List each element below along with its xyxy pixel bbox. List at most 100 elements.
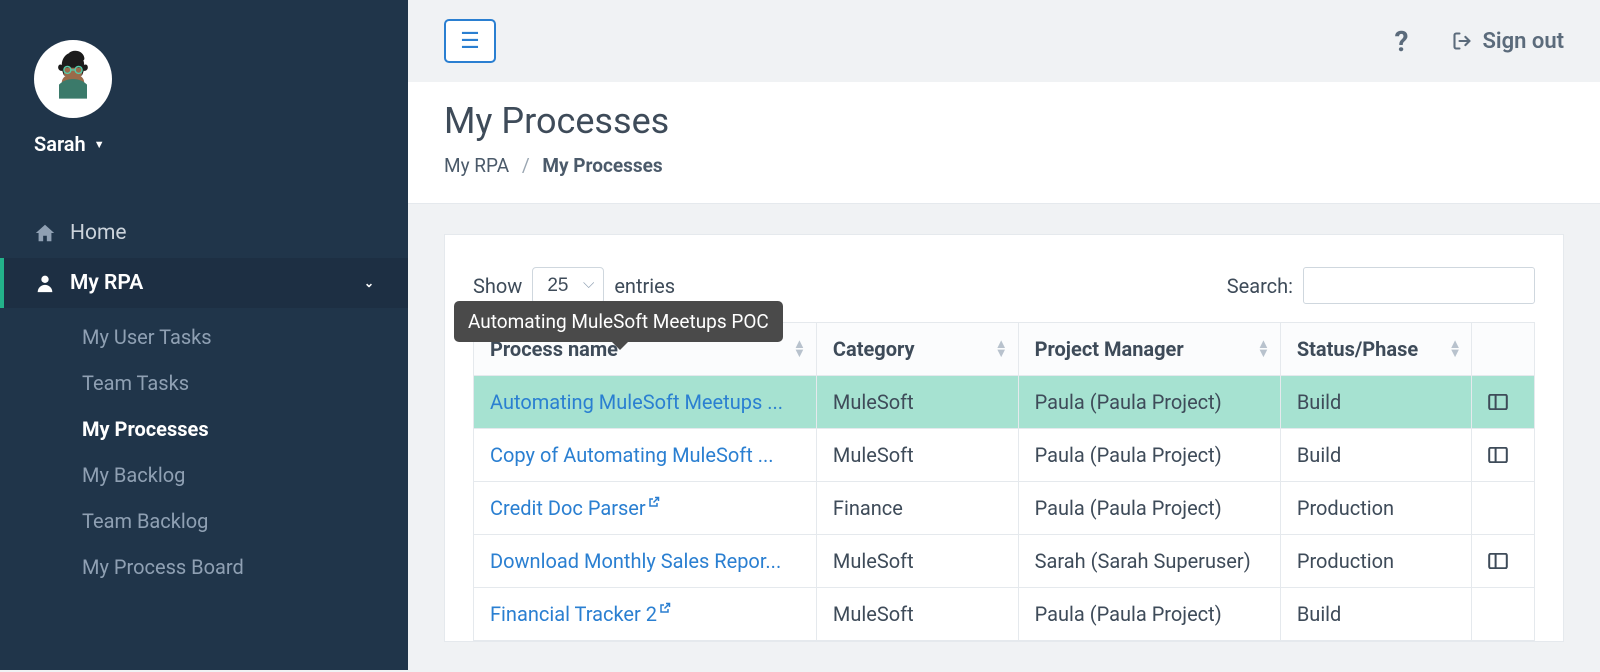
process-link[interactable]: Financial Tracker 2 bbox=[490, 602, 657, 626]
nav: Home My RPA ⌄ My User Tasks Team Tasks M… bbox=[0, 208, 408, 590]
cell-status: Build bbox=[1280, 376, 1472, 429]
tooltip-text: Automating MuleSoft Meetups POC bbox=[468, 310, 769, 333]
signout-link[interactable]: Sign out bbox=[1452, 29, 1564, 54]
hamburger-icon: ☰ bbox=[460, 29, 480, 54]
sidebar-item-label: My User Tasks bbox=[82, 325, 212, 349]
sort-icon: ▲▼ bbox=[793, 340, 806, 358]
show-label: Show bbox=[473, 274, 522, 298]
help-icon[interactable]: ? bbox=[1395, 25, 1409, 58]
cell-category: Finance bbox=[816, 482, 1018, 535]
external-link-icon bbox=[646, 496, 660, 520]
table-row[interactable]: Automating MuleSoft Meetups ... MuleSoftP… bbox=[474, 376, 1535, 429]
cell-project-manager: Paula (Paula Project) bbox=[1018, 429, 1280, 482]
cell-process-name: Automating MuleSoft Meetups ... bbox=[474, 376, 817, 429]
user-icon bbox=[34, 272, 56, 294]
sidebar-item-home[interactable]: Home bbox=[0, 208, 408, 258]
avatar[interactable] bbox=[34, 40, 112, 118]
sort-icon: ▲▼ bbox=[1449, 340, 1462, 358]
cell-status: Production bbox=[1280, 535, 1472, 588]
panel-icon[interactable] bbox=[1488, 553, 1518, 569]
sidebar-item-myrpa[interactable]: My RPA ⌄ bbox=[0, 258, 408, 308]
cell-category: MuleSoft bbox=[816, 429, 1018, 482]
cell-status: Build bbox=[1280, 588, 1472, 641]
main: ☰ ? Sign out My Processes My RPA / My Pr… bbox=[408, 0, 1600, 670]
cell-project-manager: Paula (Paula Project) bbox=[1018, 482, 1280, 535]
cell-process-name: Copy of Automating MuleSoft ... bbox=[474, 429, 817, 482]
cell-project-manager: Sarah (Sarah Superuser) bbox=[1018, 535, 1280, 588]
sidebar-item-user-tasks[interactable]: My User Tasks bbox=[0, 314, 408, 360]
table-row[interactable]: Financial Tracker 2 MuleSoftPaula (Paula … bbox=[474, 588, 1535, 641]
cell-process-name: Financial Tracker 2 bbox=[474, 588, 817, 641]
sidebar-subitems: My User Tasks Team Tasks My Processes My… bbox=[0, 308, 408, 590]
sort-icon: ▲▼ bbox=[995, 340, 1008, 358]
cell-status: Build bbox=[1280, 429, 1472, 482]
sidebar-item-process-board[interactable]: My Process Board bbox=[0, 544, 408, 590]
process-link[interactable]: Copy of Automating MuleSoft ... bbox=[490, 443, 774, 467]
home-icon bbox=[34, 222, 56, 244]
page-header: My Processes My RPA / My Processes bbox=[408, 82, 1600, 204]
cell-project-manager: Paula (Paula Project) bbox=[1018, 588, 1280, 641]
sidebar-item-my-processes[interactable]: My Processes bbox=[0, 406, 408, 452]
breadcrumb-root[interactable]: My RPA bbox=[444, 154, 509, 177]
col-action bbox=[1472, 323, 1535, 376]
col-label: Project Manager bbox=[1035, 337, 1184, 361]
show-entries: Show 25 entries bbox=[473, 267, 675, 304]
col-label: Category bbox=[833, 337, 915, 361]
sidebar-item-label: Team Backlog bbox=[82, 509, 208, 533]
content: Show 25 entries Search: Automating MuleS… bbox=[408, 204, 1600, 672]
table-row[interactable]: Copy of Automating MuleSoft ... MuleSoftP… bbox=[474, 429, 1535, 482]
table-row[interactable]: Credit Doc Parser FinancePaula (Paula Pro… bbox=[474, 482, 1535, 535]
sort-icon: ▲▼ bbox=[1257, 340, 1270, 358]
cell-action bbox=[1472, 482, 1535, 535]
caret-down-icon: ▼ bbox=[94, 138, 105, 151]
sidebar-item-my-backlog[interactable]: My Backlog bbox=[0, 452, 408, 498]
cell-category: MuleSoft bbox=[816, 588, 1018, 641]
cell-action[interactable] bbox=[1472, 376, 1535, 429]
sidebar-item-label: Home bbox=[70, 221, 127, 245]
cell-category: MuleSoft bbox=[816, 535, 1018, 588]
profile-block: Sarah ▼ bbox=[0, 0, 408, 174]
cell-action[interactable] bbox=[1472, 535, 1535, 588]
entries-select[interactable]: 25 bbox=[532, 267, 604, 304]
table-row[interactable]: Download Monthly Sales Repor... MuleSoftS… bbox=[474, 535, 1535, 588]
cell-category: MuleSoft bbox=[816, 376, 1018, 429]
col-status-phase[interactable]: Status/Phase ▲▼ bbox=[1280, 323, 1472, 376]
external-link-icon bbox=[657, 602, 671, 626]
table-card: Show 25 entries Search: Automating MuleS… bbox=[444, 234, 1564, 642]
sidebar-item-label: My RPA bbox=[70, 271, 143, 295]
panel-icon[interactable] bbox=[1488, 447, 1518, 463]
topbar-right: ? Sign out bbox=[1395, 25, 1564, 58]
hamburger-button[interactable]: ☰ bbox=[444, 19, 496, 63]
sidebar-item-label: Team Tasks bbox=[82, 371, 189, 395]
sidebar-item-label: My Processes bbox=[82, 417, 209, 441]
search-input[interactable] bbox=[1303, 267, 1535, 304]
avatar-image-icon bbox=[38, 44, 108, 114]
breadcrumb-separator: / bbox=[522, 154, 530, 177]
search-label: Search: bbox=[1227, 274, 1293, 298]
sidebar-item-team-backlog[interactable]: Team Backlog bbox=[0, 498, 408, 544]
cell-project-manager: Paula (Paula Project) bbox=[1018, 376, 1280, 429]
sidebar: Sarah ▼ Home My RPA ⌄ My User Tasks Team… bbox=[0, 0, 408, 670]
breadcrumb: My RPA / My Processes bbox=[444, 154, 1564, 177]
process-link[interactable]: Automating MuleSoft Meetups ... bbox=[490, 390, 783, 414]
col-category[interactable]: Category ▲▼ bbox=[816, 323, 1018, 376]
signout-label: Sign out bbox=[1482, 29, 1564, 54]
tooltip: Automating MuleSoft Meetups POC bbox=[454, 301, 783, 342]
cell-action[interactable] bbox=[1472, 429, 1535, 482]
entries-label: entries bbox=[614, 274, 675, 298]
table-controls: Show 25 entries Search: bbox=[473, 267, 1535, 304]
cell-status: Production bbox=[1280, 482, 1472, 535]
username-dropdown[interactable]: Sarah ▼ bbox=[34, 132, 374, 156]
cell-process-name: Credit Doc Parser bbox=[474, 482, 817, 535]
panel-icon[interactable] bbox=[1488, 394, 1518, 410]
col-project-manager[interactable]: Project Manager ▲▼ bbox=[1018, 323, 1280, 376]
breadcrumb-current: My Processes bbox=[542, 154, 662, 177]
username-label: Sarah bbox=[34, 132, 86, 156]
process-link[interactable]: Credit Doc Parser bbox=[490, 496, 646, 520]
cell-process-name: Download Monthly Sales Repor... bbox=[474, 535, 817, 588]
sidebar-item-team-tasks[interactable]: Team Tasks bbox=[0, 360, 408, 406]
process-link[interactable]: Download Monthly Sales Repor... bbox=[490, 549, 781, 573]
sidebar-item-label: My Process Board bbox=[82, 555, 244, 579]
topbar: ☰ ? Sign out bbox=[408, 0, 1600, 82]
col-label: Status/Phase bbox=[1297, 337, 1418, 361]
